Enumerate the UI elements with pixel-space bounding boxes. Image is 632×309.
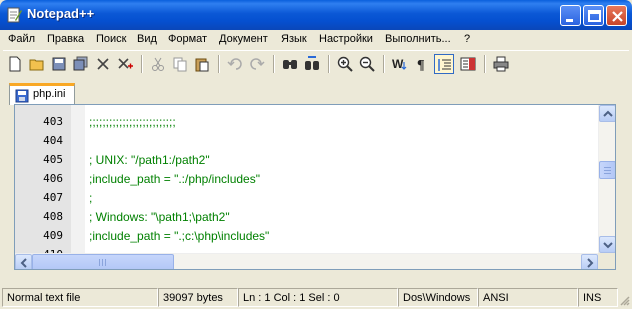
- code-line[interactable]: ;include_path = ".:/php/includes": [89, 172, 260, 186]
- cut-icon[interactable]: [148, 54, 168, 74]
- scroll-up-button[interactable]: [599, 105, 615, 122]
- paste-icon[interactable]: [192, 54, 212, 74]
- grip-line: [105, 259, 106, 266]
- menu-settings[interactable]: Настройки: [319, 33, 373, 45]
- close-file-icon[interactable]: [93, 54, 113, 74]
- status-cursor-position: Ln : 1 Col : 1 Sel : 0: [238, 288, 398, 307]
- menu-language[interactable]: Язык: [281, 33, 307, 45]
- status-insert-mode: INS: [578, 288, 618, 307]
- resize-grip-icon[interactable]: [618, 294, 630, 309]
- maximize-button[interactable]: [583, 5, 604, 26]
- status-file-size: 39097 bytes: [158, 288, 238, 307]
- tab-php-ini[interactable]: php.ini: [9, 83, 75, 105]
- grip-line: [604, 173, 611, 174]
- status-eol-format: Dos\Windows: [398, 288, 478, 307]
- menu-help[interactable]: ?: [464, 33, 470, 45]
- copy-icon[interactable]: [170, 54, 190, 74]
- code-line[interactable]: ;: [89, 191, 92, 205]
- horizontal-scrollbar[interactable]: [15, 253, 598, 269]
- line-number: 403: [43, 115, 63, 128]
- toolbar-separator: [328, 55, 330, 73]
- save-icon[interactable]: [49, 54, 69, 74]
- undo-icon[interactable]: [225, 54, 245, 74]
- word-wrap-icon[interactable]: W: [390, 54, 410, 74]
- doc-map-icon[interactable]: [458, 54, 478, 74]
- menu-bar: Файл Правка Поиск Вид Формат Документ Яз…: [3, 30, 629, 49]
- code-line[interactable]: ;include_path = ".;c:\php\includes": [89, 229, 269, 243]
- window-title: Notepad++: [27, 6, 95, 21]
- title-bar[interactable]: Notepad++: [0, 0, 632, 30]
- code-line[interactable]: ;;;;;;;;;;;;;;;;;;;;;;;;;;: [89, 115, 176, 129]
- toolbar-separator: [383, 55, 385, 73]
- minimize-button[interactable]: [560, 5, 581, 26]
- redo-icon[interactable]: [247, 54, 267, 74]
- notepad-app-icon[interactable]: [6, 7, 22, 23]
- find-icon[interactable]: [280, 54, 300, 74]
- menu-document[interactable]: Документ: [219, 33, 268, 45]
- line-number: 406: [43, 172, 63, 185]
- code-line[interactable]: ; UNIX: "/path1:/path2": [89, 153, 210, 167]
- status-bar: Normal text file 39097 bytes Ln : 1 Col …: [0, 286, 632, 309]
- menu-format[interactable]: Формат: [168, 33, 207, 45]
- line-number: 405: [43, 153, 63, 166]
- menu-edit[interactable]: Правка: [47, 33, 84, 45]
- tab-bar: php.ini: [3, 78, 629, 105]
- save-all-icon[interactable]: [71, 54, 91, 74]
- toolbar-separator: [218, 55, 220, 73]
- close-button[interactable]: [606, 5, 627, 26]
- new-file-icon[interactable]: [5, 54, 25, 74]
- vertical-scroll-thumb[interactable]: [599, 161, 615, 179]
- svg-text:W: W: [392, 57, 404, 71]
- menu-search[interactable]: Поиск: [96, 33, 126, 45]
- scroll-left-button[interactable]: [15, 254, 32, 269]
- grip-line: [99, 259, 100, 266]
- grip-line: [604, 167, 611, 168]
- toolbar: W ¶: [3, 50, 629, 76]
- grip-line: [102, 259, 103, 266]
- line-number: 409: [43, 229, 63, 242]
- line-number: 404: [43, 134, 63, 147]
- zoom-out-icon[interactable]: [357, 54, 377, 74]
- grip-line: [604, 170, 611, 171]
- scrollbar-corner: [598, 253, 615, 269]
- code-line[interactable]: ; Windows: "\path1;\path2": [89, 210, 230, 224]
- vertical-scrollbar[interactable]: [598, 105, 615, 253]
- print-icon[interactable]: [491, 54, 511, 74]
- status-encoding: ANSI: [478, 288, 578, 307]
- toolbar-separator: [141, 55, 143, 73]
- close-all-icon[interactable]: [115, 54, 135, 74]
- scroll-right-button[interactable]: [581, 254, 598, 269]
- status-file-type: Normal text file: [2, 288, 158, 307]
- tab-label: php.ini: [33, 88, 66, 100]
- line-number: 408: [43, 210, 63, 223]
- menu-run[interactable]: Выполнить...: [385, 33, 451, 45]
- menu-view[interactable]: Вид: [137, 33, 157, 45]
- menu-file[interactable]: Файл: [8, 33, 35, 45]
- replace-icon[interactable]: [302, 54, 322, 74]
- horizontal-scroll-thumb[interactable]: [32, 254, 174, 269]
- line-number-margin[interactable]: 403 404 405 406 407 408 409 410: [15, 105, 71, 261]
- show-all-chars-icon[interactable]: ¶: [412, 54, 432, 74]
- fold-margin[interactable]: [71, 105, 85, 253]
- text-editor[interactable]: 403 404 405 406 407 408 409 410 ;;;;;;;;…: [14, 104, 616, 270]
- scroll-down-button[interactable]: [599, 236, 615, 253]
- zoom-in-icon[interactable]: [335, 54, 355, 74]
- toolbar-separator: [273, 55, 275, 73]
- line-number: 407: [43, 191, 63, 204]
- toolbar-separator: [484, 55, 486, 73]
- svg-text:¶: ¶: [417, 58, 425, 72]
- indent-guide-icon[interactable]: [434, 54, 454, 74]
- open-folder-icon[interactable]: [27, 54, 47, 74]
